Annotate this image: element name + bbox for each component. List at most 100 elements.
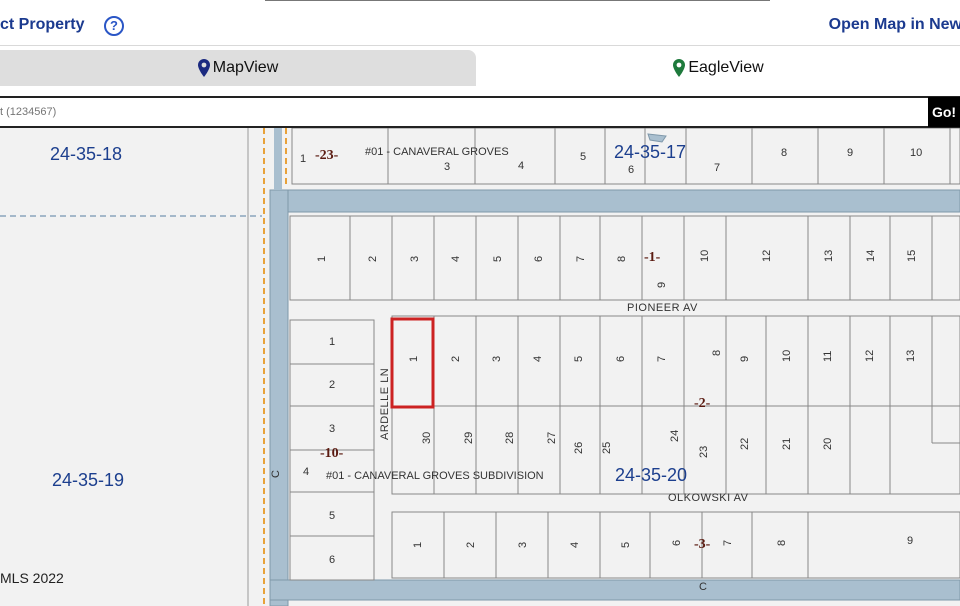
tab-eagleview[interactable]: EagleView	[477, 50, 960, 86]
lot-number: 22	[739, 438, 751, 450]
lot-number: 21	[781, 438, 793, 450]
lot-number: 5	[580, 151, 586, 163]
road-horizontal-top	[269, 189, 960, 213]
road-vertical-top	[274, 128, 282, 190]
lot-number: 6	[628, 164, 634, 176]
lot-number: 13	[905, 350, 917, 362]
lot-number: 3	[491, 356, 503, 362]
lot-number: 24	[669, 430, 681, 442]
lot-number: 1	[300, 153, 306, 165]
tab-mapview[interactable]: MapView	[0, 50, 476, 86]
lot-number: 1	[408, 356, 420, 362]
parcel-map[interactable]: 24-35-18 24-35-17 24-35-19 24-35-20 #01 …	[0, 128, 960, 606]
lot-number: 12	[761, 250, 773, 262]
block-1-lot-numbers: 1 2 3 4 5 6 7 8 9 10 12 13 14 15	[316, 250, 918, 288]
street-label: PIONEER AV	[627, 302, 698, 314]
lot-number: 3	[444, 161, 450, 173]
road-horizontal-bottom	[269, 579, 960, 601]
lot-number: 30	[421, 432, 433, 444]
lot-number: 6	[671, 540, 683, 546]
block-label: -2-	[694, 396, 711, 411]
street-label: C	[699, 581, 707, 593]
lot-number: 3	[329, 423, 335, 435]
block-label: -10-	[320, 446, 344, 461]
lot-number: 10	[910, 147, 922, 159]
lot-number: 9	[739, 356, 751, 362]
parcel-search-input[interactable]	[0, 98, 924, 126]
street-label: C	[270, 470, 282, 478]
block-2-bottom-lot-numbers: 30 29 28 27 26 25 24 23 22 21 20	[421, 430, 834, 458]
section-label: 24-35-19	[52, 470, 124, 490]
lot-number: 6	[533, 256, 545, 262]
lot-number: 26	[573, 442, 585, 454]
selected-parcel-highlight[interactable]	[390, 317, 435, 409]
lot-number: 9	[656, 282, 668, 288]
lot-number: 23	[698, 446, 710, 458]
lot-number: 29	[463, 432, 475, 444]
map-canvas[interactable]: 24-35-18 24-35-17 24-35-19 24-35-20 #01 …	[0, 128, 960, 606]
lot-number: 8	[776, 540, 788, 546]
block-label: -23-	[315, 148, 339, 163]
lot-number: 5	[492, 256, 504, 262]
lot-number: 4	[303, 466, 309, 478]
section-label: 24-35-20	[615, 465, 687, 485]
lot-number: 2	[450, 356, 462, 362]
lot-number: 6	[615, 356, 627, 362]
lot-number: 4	[569, 542, 581, 548]
page-title: ct Property	[0, 16, 85, 33]
lot-number: 4	[518, 160, 524, 172]
block-3-lot-numbers: 1 2 3 4 5 6 7 8 9	[412, 535, 913, 548]
lot-number: 7	[575, 256, 587, 262]
lot-number: 2	[367, 256, 379, 262]
question-circle-icon[interactable]: ?	[104, 16, 124, 36]
open-map-new-window-link[interactable]: Open Map in New	[829, 16, 960, 34]
road-vertical-left	[269, 189, 289, 606]
lot-number: 8	[616, 256, 628, 262]
map-pin-icon	[673, 59, 686, 77]
search-bar: Go!	[0, 96, 960, 128]
lot-number: 3	[517, 542, 529, 548]
lot-number: 5	[573, 356, 585, 362]
tab-mapview-label: MapView	[212, 59, 279, 76]
lot-number: 10	[781, 350, 793, 362]
lot-number: 14	[865, 250, 877, 262]
go-button[interactable]: Go!	[928, 97, 960, 127]
lot-number: 8	[711, 350, 723, 356]
street-label: OLKOWSKI AV	[668, 492, 749, 504]
lot-number: 1	[316, 256, 328, 262]
lot-number: 12	[864, 350, 876, 362]
lot-number: 2	[465, 542, 477, 548]
header-bar: ct Property ? Open Map in New	[0, 0, 960, 46]
lot-number: 10	[699, 250, 711, 262]
lot-number: 28	[504, 432, 516, 444]
section-label: 24-35-18	[50, 144, 122, 164]
header-top-line	[265, 0, 770, 1]
lot-number: 15	[906, 250, 918, 262]
lot-number: 9	[907, 535, 913, 547]
lot-number: 11	[822, 351, 834, 362]
lot-number: 5	[329, 510, 335, 522]
block-label: -3-	[694, 537, 711, 552]
lot-number: 27	[546, 432, 558, 444]
lot-number: 2	[329, 379, 335, 391]
street-label: ARDELLE LN	[379, 368, 391, 440]
subdivision-label: #01 - CANAVERAL GROVES SUBDIVISION	[326, 470, 544, 482]
lot-number: 7	[722, 540, 734, 546]
tab-eagleview-label: EagleView	[688, 59, 764, 76]
map-copyright: MLS 2022	[0, 570, 64, 586]
lot-number: 5	[620, 542, 632, 548]
lot-number: 9	[847, 147, 853, 159]
view-tabs: MapView EagleView	[0, 50, 960, 86]
map-pin-icon	[197, 59, 210, 77]
lot-number: 13	[823, 250, 835, 262]
lot-number: 4	[450, 256, 462, 262]
lot-number: 25	[601, 442, 613, 454]
lot-number: 8	[781, 147, 787, 159]
lot-number: 20	[822, 438, 834, 450]
lot-number: 3	[409, 256, 421, 262]
block-label: -1-	[644, 250, 661, 265]
lot-number: 1	[412, 542, 424, 548]
section-label: 24-35-17	[614, 142, 686, 162]
pond-shape	[647, 133, 667, 143]
block-2-top-lot-numbers: 1 2 3 4 5 6 7 8 9 10 11 12 13	[408, 350, 917, 362]
